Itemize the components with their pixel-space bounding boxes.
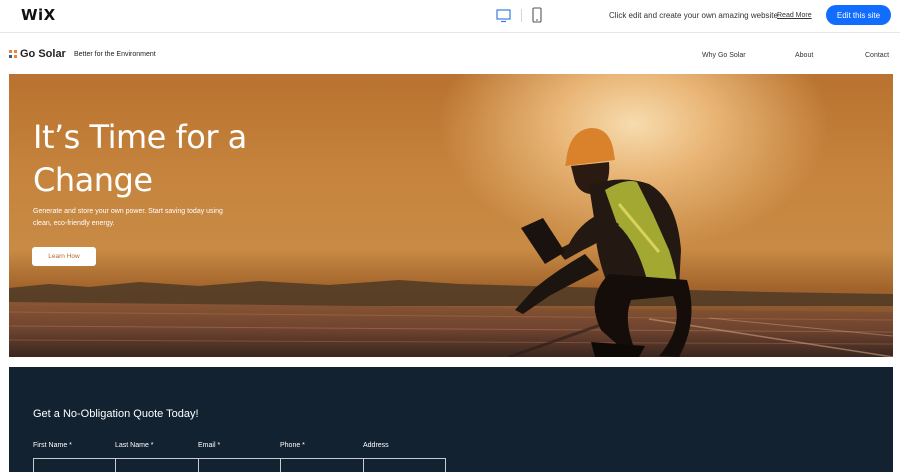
learn-how-button[interactable]: Learn How bbox=[32, 247, 96, 266]
nav-contact[interactable]: Contact bbox=[865, 52, 889, 59]
phone-input[interactable] bbox=[280, 458, 364, 472]
mobile-icon[interactable] bbox=[532, 7, 542, 23]
phone-label: Phone * bbox=[280, 442, 305, 449]
first-name-input[interactable] bbox=[33, 458, 116, 472]
wix-promo-text: Click edit and create your own amazing w… bbox=[609, 11, 778, 20]
brand-logo-icon[interactable] bbox=[9, 50, 17, 58]
quote-title: Get a No-Obligation Quote Today! bbox=[33, 408, 199, 420]
wix-logo[interactable]: WiX bbox=[21, 6, 56, 24]
brand-name[interactable]: Go Solar bbox=[20, 48, 66, 60]
quote-section: Get a No-Obligation Quote Today! First N… bbox=[9, 367, 893, 472]
last-name-input[interactable] bbox=[115, 458, 199, 472]
wix-top-bar: WiX Click edit and create your own amazi… bbox=[0, 0, 900, 33]
device-separator bbox=[521, 9, 522, 22]
address-label: Address bbox=[363, 442, 389, 449]
desktop-icon[interactable] bbox=[496, 8, 511, 23]
last-name-label: Last Name * bbox=[115, 442, 154, 449]
hero-subtitle: Generate and store your own power. Start… bbox=[33, 208, 223, 227]
first-name-label: First Name * bbox=[33, 442, 72, 449]
email-input[interactable] bbox=[198, 458, 281, 472]
site-header: Go Solar Better for the Environment Why … bbox=[0, 34, 900, 74]
address-input[interactable] bbox=[363, 458, 446, 472]
email-label: Email * bbox=[198, 442, 221, 449]
hero-title: It’s Time for a Change bbox=[33, 118, 247, 199]
hero-section: It’s Time for a Change Generate and stor… bbox=[9, 74, 893, 357]
read-more-link[interactable]: Read More bbox=[777, 12, 812, 19]
edit-site-button[interactable]: Edit this site bbox=[826, 5, 891, 25]
nav-about[interactable]: About bbox=[795, 52, 813, 59]
nav-why-go-solar[interactable]: Why Go Solar bbox=[702, 52, 746, 59]
brand-tagline: Better for the Environment bbox=[74, 51, 156, 58]
